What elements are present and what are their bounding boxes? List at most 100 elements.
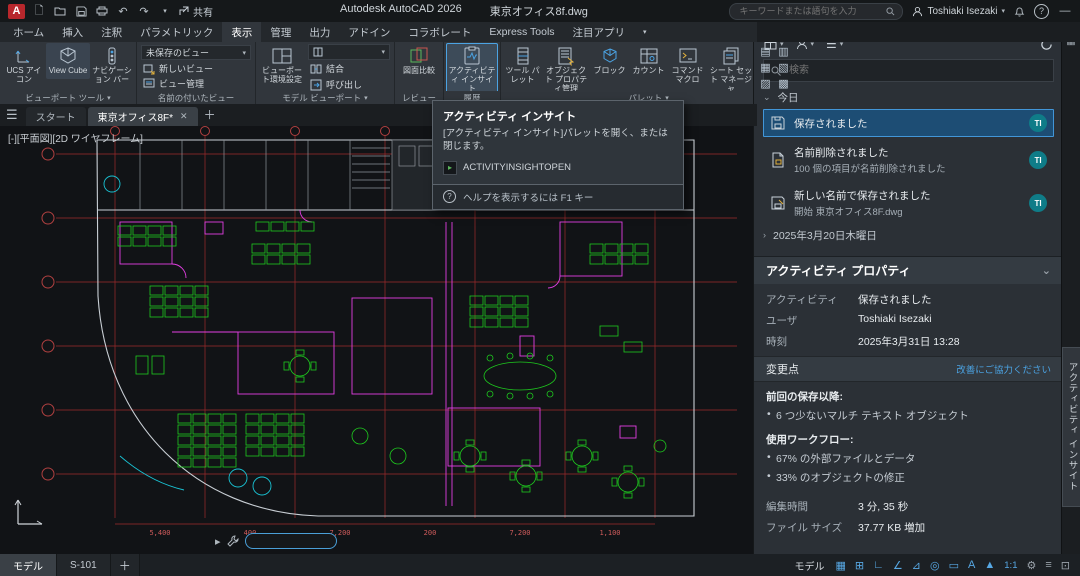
palette-search-input[interactable] xyxy=(787,64,1046,77)
isometric-drafting-icon[interactable]: ⊿ xyxy=(912,559,921,572)
lineweight-icon[interactable]: ▭ xyxy=(949,559,959,572)
viewport-list-icon xyxy=(313,47,323,57)
activity-insight-button[interactable]: アクティビティ インサイト xyxy=(446,43,498,91)
viewport-configuration-icon xyxy=(272,46,292,66)
annotation-scale-button[interactable]: 1:1 xyxy=(1004,560,1017,571)
since-last-save-header: 前回の保存以降: xyxy=(754,382,1063,406)
search-input[interactable] xyxy=(737,5,881,17)
group-today[interactable]: ⌄ 今日 xyxy=(763,88,1054,106)
ribbon-tab-annotate[interactable]: 注釈 xyxy=(92,22,131,42)
drawing-compare-button[interactable]: 図面比較 xyxy=(397,43,441,79)
tab-drawing[interactable]: 東京オフィス8F* ✕ xyxy=(88,107,198,126)
polar-tracking-icon[interactable]: ∠ xyxy=(893,559,903,572)
activity-properties-header[interactable]: アクティビティ プロパティ ⌄ xyxy=(754,257,1063,284)
search-box[interactable] xyxy=(729,3,903,20)
restore-viewport-button[interactable]: 呼び出し xyxy=(308,77,390,91)
annotation-visibility-icon[interactable]: A xyxy=(968,559,975,571)
model-tab[interactable]: モデル xyxy=(0,554,57,576)
activity-insight-vertical-tab[interactable]: アクティビティ インサイト xyxy=(1062,347,1080,507)
activity-item-purged[interactable]: 名前削除されました 100 個の項目が名前削除されました TI xyxy=(763,140,1054,180)
ribbon-tab-addins[interactable]: アドイン xyxy=(339,22,399,42)
plot-icon[interactable] xyxy=(95,6,109,16)
palette-search-box[interactable] xyxy=(763,59,1054,82)
account-menu[interactable]: Toshiaki Isezaki ▾ xyxy=(912,6,1005,17)
ribbon-tab-featured-apps[interactable]: 注目アプリ xyxy=(564,22,635,42)
help-icon[interactable]: ? xyxy=(1034,4,1049,19)
stat-row: ファイル サイズ 37.77 KB 増加 xyxy=(754,516,1063,537)
ribbon-tab-parametric[interactable]: パラメトリック xyxy=(131,22,222,42)
ribbon-tab-express-tools[interactable]: Express Tools xyxy=(480,22,563,42)
autocad-logo[interactable]: A xyxy=(8,4,25,19)
named-viewport-dropdown[interactable]: ▾ xyxy=(308,44,390,60)
model-space-label[interactable]: モデル xyxy=(795,558,825,573)
current-view-dropdown[interactable]: 未保存のビュー▾ xyxy=(141,45,251,60)
ribbon-tab-options-caret[interactable]: ▾ xyxy=(634,22,656,42)
grid-display-icon[interactable]: ▦ xyxy=(836,559,846,572)
view-cube-button[interactable]: View Cube xyxy=(46,43,90,79)
command-macros-button[interactable]: コマンド マクロ xyxy=(668,43,707,88)
qat-dropdown-icon[interactable]: ▾ xyxy=(158,7,172,15)
materials-icon[interactable]: ▩ xyxy=(775,77,792,91)
activity-item-saved-as[interactable]: 新しい名前で保存されました 開始 東京オフィス8F.dwg TI xyxy=(763,183,1054,223)
ucs-icon-button[interactable]: UCS アイコン xyxy=(2,43,46,88)
status-toggles: モデル ▦ ⊞ ∟ ∠ ⊿ ◎ ▭ A ▲ 1:1 ⚙ ≡ ⊡ xyxy=(785,558,1080,573)
command-input[interactable] xyxy=(245,533,337,549)
quickcalc-icon[interactable]: ▦ xyxy=(757,61,774,76)
workspace-gear-icon[interactable]: ⚙ xyxy=(1026,559,1036,572)
new-layout-icon[interactable]: ＋ xyxy=(111,554,140,576)
share-icon xyxy=(179,6,189,16)
undo-icon[interactable]: ↶ xyxy=(116,5,130,18)
tab-start[interactable]: スタート xyxy=(26,107,86,126)
annotation-autoscale-icon[interactable]: ▲ xyxy=(984,559,995,571)
activity-item-saved[interactable]: 保存されました TI xyxy=(763,109,1054,137)
close-tab-icon[interactable]: ✕ xyxy=(180,111,188,122)
workflow-item: 33% のオブジェクトの修正 xyxy=(754,468,1063,487)
customization-menu-icon[interactable]: ≡ xyxy=(1045,559,1051,571)
viewport-controls[interactable]: [-][平面図][2D ワイヤフレーム] xyxy=(8,130,143,145)
group-date[interactable]: › 2025年3月20日木曜日 xyxy=(763,226,1054,244)
minimize-icon[interactable]: — xyxy=(1058,5,1072,17)
tool-palettes-button[interactable]: ツール パレット xyxy=(503,43,542,88)
count-palette-button[interactable]: カウント xyxy=(629,43,668,79)
markup-icon[interactable]: ▥ xyxy=(775,45,792,60)
collapse-chevron-icon[interactable]: ⌄ xyxy=(1042,264,1051,277)
ribbon-tab-view[interactable]: 表示 xyxy=(222,22,261,42)
dbconnect-icon[interactable]: ▤ xyxy=(757,45,774,60)
save-icon[interactable] xyxy=(74,6,88,17)
object-snap-icon[interactable]: ◎ xyxy=(930,559,940,572)
panel-label-model-viewports[interactable]: モデル ビューポート▾ xyxy=(256,91,394,104)
ortho-mode-icon[interactable]: ∟ xyxy=(873,559,884,571)
redo-icon[interactable]: ↷ xyxy=(137,5,151,18)
feedback-link[interactable]: 改善にご協力ください xyxy=(956,362,1051,376)
properties-palette-button[interactable]: オブジェクト プロパティ管理 xyxy=(542,43,590,91)
sheet-set-manager-button[interactable]: シート セット マネージャ xyxy=(707,43,755,91)
navigation-bar-button[interactable]: ナビゲーション バー xyxy=(90,43,134,88)
ucs-icon[interactable] xyxy=(14,494,48,528)
viewport-configuration-button[interactable]: ビューポート環境設定 xyxy=(258,43,306,88)
notification-bell-icon[interactable] xyxy=(1014,5,1025,17)
ribbon-tab-output[interactable]: 出力 xyxy=(300,22,339,42)
customize-wrench-icon[interactable] xyxy=(227,535,239,547)
ribbon-tab-manage[interactable]: 管理 xyxy=(261,22,300,42)
new-drawing-icon[interactable]: 🗋 xyxy=(32,2,46,21)
open-folder-icon[interactable] xyxy=(53,6,67,16)
ribbon-tab-insert[interactable]: 挿入 xyxy=(53,22,92,42)
join-viewports-button[interactable]: 結合 xyxy=(308,61,390,76)
ribbon-tab-home[interactable]: ホーム xyxy=(4,22,53,42)
command-options-icon[interactable]: ▸ xyxy=(215,535,221,548)
external-refs-icon[interactable]: ▧ xyxy=(775,61,792,76)
snap-mode-icon[interactable]: ⊞ xyxy=(855,559,864,572)
share-button[interactable]: 共有 xyxy=(179,4,213,19)
panel-label-named-views: 名前の付いたビュー xyxy=(137,91,255,104)
lights-icon[interactable]: ▨ xyxy=(757,77,774,91)
blocks-palette-button[interactable]: ブロック xyxy=(590,43,629,79)
layout-tab-s101[interactable]: S-101 xyxy=(57,554,111,576)
new-tab-icon[interactable]: ＋ xyxy=(204,106,216,123)
ribbon-tab-collaborate[interactable]: コラボレート xyxy=(399,22,480,42)
clean-screen-icon[interactable]: ⊡ xyxy=(1061,559,1070,572)
new-view-button[interactable]: 新しいビュー xyxy=(141,62,251,75)
panel-label-viewport-tools[interactable]: ビューポート ツール▾ xyxy=(0,91,136,104)
view-manager-button[interactable]: ビュー管理 xyxy=(141,77,251,90)
file-tabs-menu-icon[interactable]: ☰ xyxy=(6,107,18,123)
titlebar: A 🗋 ↶ ↷ ▾ 共有 Autodesk AutoCAD 2026 東京オフィ… xyxy=(0,0,1080,22)
